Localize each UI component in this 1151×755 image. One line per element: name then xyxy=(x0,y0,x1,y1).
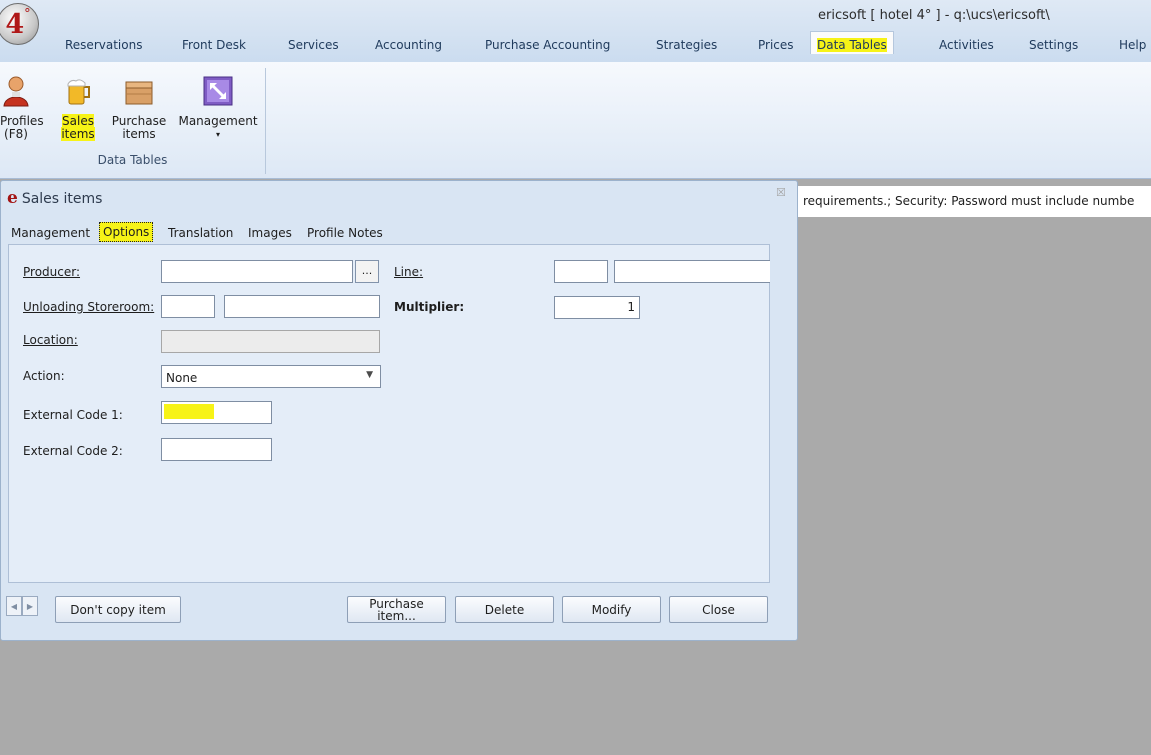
tab-management[interactable]: Management xyxy=(11,226,90,240)
ribbon-group-label: Data Tables xyxy=(97,153,168,167)
beer-mug-icon xyxy=(67,79,90,105)
purchase-item-label-1: Purchase xyxy=(369,596,424,611)
external-code-2-label: External Code 2: xyxy=(23,444,123,458)
management-label: Management xyxy=(178,114,258,128)
sales-items-button[interactable]: Sales items xyxy=(58,62,98,141)
menu-tab-strategies[interactable]: Strategies xyxy=(656,38,717,52)
chevron-down-icon: ▾ xyxy=(215,130,220,139)
tab-translation[interactable]: Translation xyxy=(168,226,233,240)
menu-tab-services[interactable]: Services xyxy=(288,38,339,52)
line-label[interactable]: Line: xyxy=(394,265,423,279)
sales-items-label-2: items xyxy=(61,127,95,141)
producer-label[interactable]: Producer: xyxy=(23,265,80,279)
action-label: Action: xyxy=(23,369,65,383)
delete-button[interactable]: Delete xyxy=(455,596,554,623)
external-code-2-field[interactable] xyxy=(161,438,272,461)
management-button[interactable]: Management ▾ xyxy=(174,62,262,141)
sales-items-dialog: e Sales items ☒ Management Options Transl… xyxy=(0,180,798,641)
modify-button[interactable]: Modify xyxy=(562,596,661,623)
location-field xyxy=(161,330,380,353)
unloading-storeroom-name-field[interactable] xyxy=(224,295,380,318)
purchase-items-button[interactable]: Purchase items xyxy=(110,62,168,141)
menu-tab-accounting[interactable]: Accounting xyxy=(375,38,442,52)
menu-tab-activities[interactable]: Activities xyxy=(939,38,994,52)
menu-tab-data-tables-label: Data Tables xyxy=(817,38,887,52)
menu-tab-purchase-accounting[interactable]: Purchase Accounting xyxy=(485,38,610,52)
action-select[interactable]: None ▼ xyxy=(161,365,381,388)
profiles-label-2: (F8) xyxy=(4,127,28,141)
ribbon-group-separator xyxy=(265,68,266,174)
dialog-title-text: Sales items xyxy=(21,191,103,207)
profile-person-icon xyxy=(3,76,29,107)
box-icon xyxy=(125,81,153,105)
multiplier-field[interactable]: 1 xyxy=(554,296,640,319)
tab-images[interactable]: Images xyxy=(248,226,292,240)
title-menu-bar: 4 ° ericsoft [ hotel 4° ] - q:\ucs\ericso… xyxy=(0,0,1151,62)
management-expand-icon xyxy=(203,76,233,106)
options-panel: Producer: ... Line: Unloading Storeroom:… xyxy=(8,244,770,583)
prev-record-button[interactable]: ◀ xyxy=(6,596,22,616)
tab-profile-notes[interactable]: Profile Notes xyxy=(307,226,383,240)
profiles-button[interactable]: Profiles (F8) xyxy=(0,62,44,141)
close-icon[interactable]: ☒ xyxy=(776,186,786,199)
unloading-storeroom-code-field[interactable] xyxy=(161,295,215,318)
menu-tab-front-desk[interactable]: Front Desk xyxy=(182,38,246,52)
menu-tab-prices[interactable]: Prices xyxy=(758,38,794,52)
sales-items-label-1: Sales xyxy=(62,114,94,128)
purchase-item-label-2: item... xyxy=(377,608,416,623)
unloading-storeroom-label[interactable]: Unloading Storeroom: xyxy=(23,300,154,314)
multiplier-label: Multiplier: xyxy=(394,300,465,314)
purchase-item-button[interactable]: Purchase item... xyxy=(347,596,446,623)
highlight-marker xyxy=(164,404,214,419)
logo-text: 4 xyxy=(5,8,25,40)
close-button[interactable]: Close xyxy=(669,596,768,623)
menu-tab-settings[interactable]: Settings xyxy=(1029,38,1078,52)
app-logo-icon[interactable]: 4 ° xyxy=(0,3,39,45)
producer-field[interactable] xyxy=(161,260,353,283)
external-code-1-label: External Code 1: xyxy=(23,408,123,422)
status-message: requirements.; Security: Password must i… xyxy=(798,186,1151,217)
ribbon-panel: Profiles (F8) Sales items Purchase items… xyxy=(0,62,1151,179)
menu-tab-data-tables[interactable]: Data Tables xyxy=(810,31,894,54)
action-select-value: None xyxy=(166,371,198,385)
window-title: ericsoft [ hotel 4° ] - q:\ucs\ericsoft\ xyxy=(818,8,1050,23)
menu-tab-reservations[interactable]: Reservations xyxy=(65,38,142,52)
next-record-button[interactable]: ▶ xyxy=(22,596,38,616)
dialog-title: e Sales items xyxy=(7,188,102,208)
external-code-1-field[interactable] xyxy=(161,401,272,424)
location-label[interactable]: Location: xyxy=(23,333,78,347)
ericsoft-e-icon: e xyxy=(7,188,18,208)
producer-browse-button[interactable]: ... xyxy=(355,260,379,283)
tab-options[interactable]: Options xyxy=(99,222,154,242)
logo-degree: ° xyxy=(24,6,31,22)
line-code-field[interactable] xyxy=(554,260,608,283)
purchase-items-label-2: items xyxy=(122,127,156,141)
chevron-down-icon: ▼ xyxy=(366,370,373,380)
menu-tab-help[interactable]: Help xyxy=(1119,38,1146,52)
line-name-field[interactable] xyxy=(614,260,770,283)
dont-copy-item-button[interactable]: Don't copy item xyxy=(55,596,181,623)
